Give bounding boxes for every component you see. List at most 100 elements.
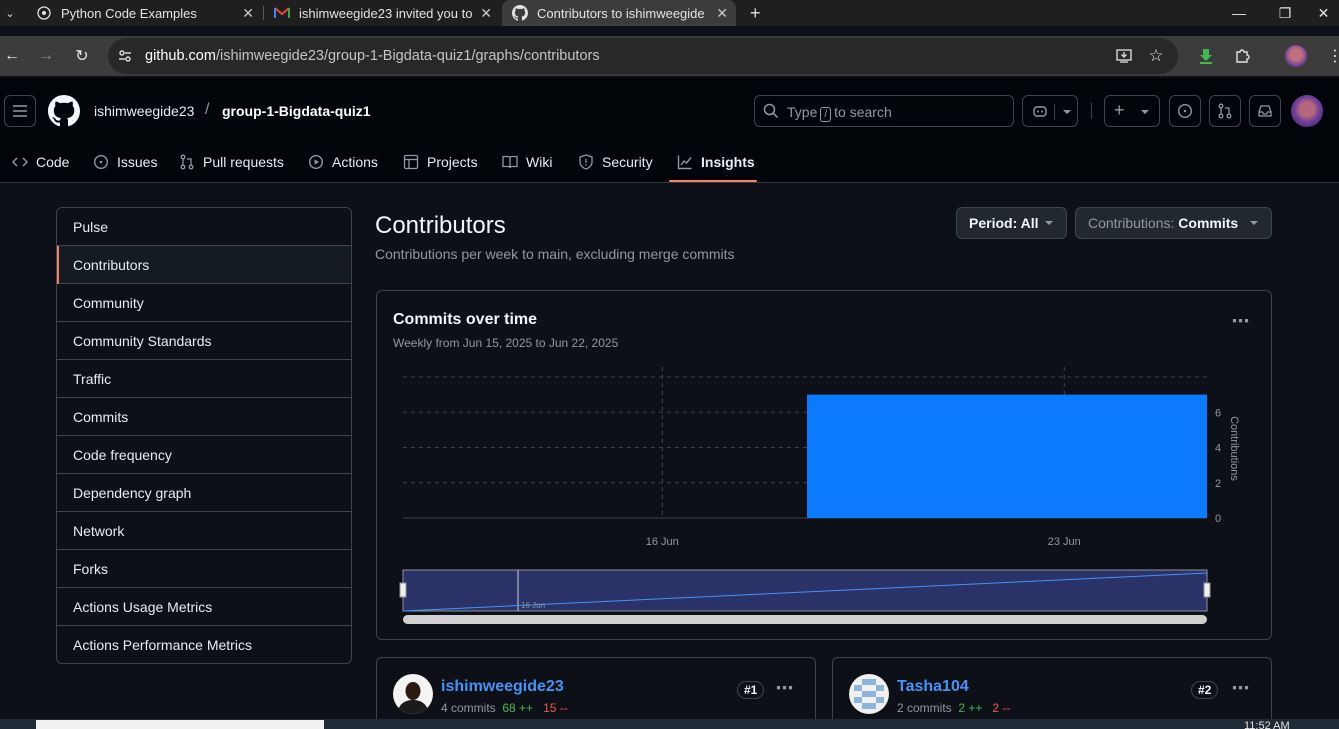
tab-code[interactable]: Code [12, 143, 69, 181]
header-divider [1091, 103, 1092, 119]
contributions-select-value: Commits [1178, 215, 1239, 231]
contributor-kebab-menu-icon[interactable]: ⋯ [773, 678, 797, 698]
sidebar-item-actions-usage-metrics[interactable]: Actions Usage Metrics [57, 588, 351, 626]
sidebar-item-label: Community [73, 294, 144, 311]
issues-header-button[interactable] [1169, 95, 1201, 127]
sidebar-item-community-standards[interactable]: Community Standards [57, 322, 351, 360]
search-placeholder: Type / to search [787, 104, 892, 122]
sidebar-item-label: Contributors [73, 256, 150, 273]
close-icon[interactable]: ✕ [716, 5, 728, 22]
tab-label: Security [602, 154, 653, 170]
browser-tab-gmail[interactable]: ishimweegide23 invited you to ✕ [264, 0, 500, 26]
commits-chart-card: Commits over time Weekly from Jun 15, 20… [376, 290, 1272, 640]
sidebar-item-dependency-graph[interactable]: Dependency graph [57, 474, 351, 512]
contributor-kebab-menu-icon[interactable]: ⋯ [1229, 678, 1253, 698]
tab-label: Wiki [526, 154, 553, 170]
contributions-select-label: Contributions: [1088, 215, 1175, 231]
sidebar-item-pulse[interactable]: Pulse [57, 208, 351, 246]
sidebar-item-label: Forks [73, 560, 108, 577]
sidebar-item-community[interactable]: Community [57, 284, 351, 322]
browser-tab-python[interactable]: Python Code Examples ✕ [26, 0, 262, 26]
extensions-puzzle-icon[interactable] [1230, 44, 1254, 68]
additions-count: 2 ++ [958, 701, 983, 715]
pull-requests-header-button[interactable] [1209, 95, 1241, 127]
copilot-button[interactable] [1022, 95, 1078, 127]
address-bar[interactable]: github.com/ishimweegide23/group-1-Bigdat… [108, 38, 1178, 74]
contributor-name-link[interactable]: Tasha104 [897, 678, 969, 696]
restore-button[interactable]: ❐ [1262, 0, 1308, 26]
sidebar-item-label: Community Standards [73, 332, 212, 349]
breadcrumb-owner-link[interactable]: ishimweegide23 [94, 103, 194, 119]
sidebar-item-label: Commits [73, 408, 129, 425]
contributions-select[interactable]: Contributions: Commits [1075, 207, 1272, 239]
sidebar-item-code-frequency[interactable]: Code frequency [57, 436, 351, 474]
x-tick-label: 16 Jun [646, 536, 679, 548]
graph-icon [677, 155, 692, 170]
download-extension-icon[interactable] [1194, 44, 1218, 68]
y-tick-label: 6 [1215, 407, 1221, 419]
sidebar-item-network[interactable]: Network [57, 512, 351, 550]
close-icon[interactable]: ✕ [480, 5, 492, 22]
new-tab-button[interactable]: + [740, 0, 770, 26]
sidebar-item-forks[interactable]: Forks [57, 550, 351, 588]
tab-security[interactable]: Security [578, 143, 653, 181]
tab-pull-requests[interactable]: Pull requests [179, 143, 284, 181]
contributor-stats: 4 commits 68 ++ 15 -- [441, 701, 568, 715]
tab-label: Code [36, 154, 70, 170]
close-window-button[interactable]: ✕ [1308, 0, 1339, 26]
sidebar-item-commits[interactable]: Commits [57, 398, 351, 436]
tab-label: Insights [701, 154, 755, 170]
minimize-button[interactable]: — [1216, 0, 1262, 26]
tab-actions[interactable]: Actions [308, 143, 378, 181]
tab-list-chevron-icon[interactable]: ⌄ [0, 1, 20, 25]
table-icon [403, 154, 419, 170]
python-icon [36, 5, 52, 21]
sidebar-item-contributors[interactable]: Contributors [57, 246, 351, 284]
breadcrumb-separator: / [205, 101, 210, 118]
reload-icon[interactable]: ↻ [70, 44, 94, 68]
chevron-down-icon [1250, 221, 1258, 225]
sidebar-item-label: Pulse [73, 218, 109, 235]
github-logo-icon[interactable] [48, 95, 80, 127]
commit-count-link[interactable]: 2 commits [897, 701, 952, 715]
create-new-button[interactable]: + [1104, 95, 1160, 127]
search-input[interactable]: Type / to search [754, 95, 1014, 127]
forward-arrow-icon[interactable]: → [34, 44, 58, 68]
deletions-count: 15 -- [543, 701, 568, 715]
site-info-icon[interactable] [115, 46, 135, 66]
tab-label: Projects [427, 154, 478, 170]
browser-tab-github[interactable]: Contributors to ishimweegide2 ✕ [502, 0, 736, 26]
star-icon[interactable]: ☆ [1146, 46, 1166, 66]
chevron-down-icon [1063, 110, 1071, 114]
tab-insights[interactable]: Insights [677, 143, 755, 181]
user-avatar[interactable] [1291, 95, 1323, 127]
sidebar-item-traffic[interactable]: Traffic [57, 360, 351, 398]
sidebar-item-label: Dependency graph [73, 484, 192, 501]
contributor-avatar[interactable] [849, 674, 889, 714]
profile-avatar[interactable] [1284, 44, 1308, 68]
contributor-name-link[interactable]: ishimweegide23 [441, 678, 564, 696]
commit-count-link[interactable]: 4 commits [441, 701, 496, 715]
additions-count: 68 ++ [502, 701, 534, 715]
navigator-scrollbar [403, 615, 1207, 624]
rank-badge: #1 [737, 681, 765, 699]
chevron-down-icon [1141, 110, 1149, 114]
tab-wiki[interactable]: Wiki [502, 143, 552, 181]
close-icon[interactable]: ✕ [242, 5, 254, 22]
sidebar-item-actions-performance-metrics[interactable]: Actions Performance Metrics [57, 626, 351, 663]
contributor-avatar[interactable] [393, 674, 433, 714]
install-app-icon[interactable] [1114, 46, 1134, 66]
insights-sidebar: Pulse Contributors Community Community S… [56, 207, 352, 664]
back-arrow-icon[interactable]: ← [0, 44, 24, 68]
url-host: github.com [145, 48, 216, 64]
inbox-icon [1258, 105, 1272, 117]
inbox-button[interactable] [1249, 95, 1281, 127]
tab-issues[interactable]: Issues [93, 143, 157, 181]
period-select[interactable]: Period: All [956, 207, 1067, 239]
browser-menu-icon[interactable]: ⋮ [1323, 44, 1339, 68]
menu-hamburger-button[interactable] [4, 95, 36, 127]
taskbar-search-box[interactable] [36, 720, 324, 729]
tab-projects[interactable]: Projects [403, 143, 478, 181]
page-title: Contributors [375, 212, 506, 239]
breadcrumb-repo-link[interactable]: group-1-Bigdata-quiz1 [222, 103, 371, 119]
